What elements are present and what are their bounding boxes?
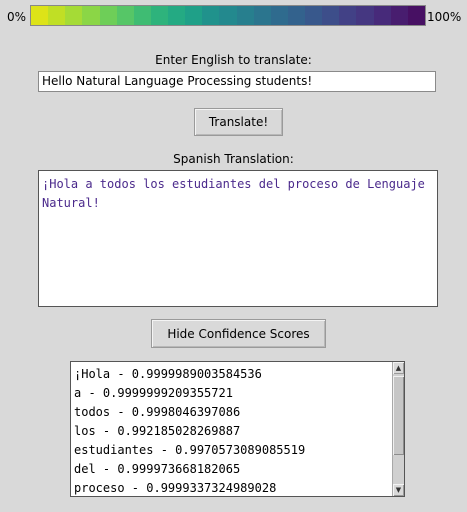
scale-segment [253, 6, 271, 25]
translation-output[interactable]: ¡Hola a todos los estudiantes del proces… [38, 170, 438, 307]
hide-confidence-button[interactable]: Hide Confidence Scores [151, 319, 326, 348]
scale-segment [48, 6, 66, 25]
scale-segment [305, 6, 323, 25]
scale-segment [133, 6, 151, 25]
confidence-color-scale [30, 5, 426, 26]
input-label: Enter English to translate: [155, 53, 312, 67]
scale-min-label: 0% [7, 10, 27, 24]
score-row: ¡Hola - 0.9999989003584536 [74, 367, 262, 381]
scale-max-label: 100% [427, 10, 462, 24]
output-label: Spanish Translation: [173, 152, 294, 166]
scale-segment [270, 6, 288, 25]
scale-segment [116, 6, 134, 25]
scale-segment [168, 6, 186, 25]
score-row: estudiantes - 0.9970573089085519 [74, 443, 306, 457]
english-input[interactable]: Hello Natural Language Processing studen… [38, 71, 436, 92]
scale-segment [373, 6, 391, 25]
scale-segment [407, 6, 425, 25]
scale-segment [65, 6, 83, 25]
scale-segment [99, 6, 117, 25]
scores-scrollbar[interactable]: ▲ ▼ [392, 362, 404, 496]
scale-segment [150, 6, 168, 25]
scale-segment [202, 6, 220, 25]
score-row: del - 0.999973668182065 [74, 462, 241, 476]
scale-segment [82, 6, 100, 25]
scale-segment [356, 6, 374, 25]
scale-segment [236, 6, 254, 25]
confidence-scores-list: ¡Hola - 0.9999989003584536 a - 0.99999992… [74, 365, 392, 496]
scrollbar-thumb[interactable] [393, 376, 404, 455]
translate-button[interactable]: Translate! [194, 108, 283, 136]
score-row: todos - 0.9998046397086 [74, 405, 241, 419]
scroll-down-icon[interactable]: ▼ [393, 484, 404, 496]
scale-segment [287, 6, 305, 25]
scale-segment [339, 6, 357, 25]
score-row: proceso - 0.9999337324989028 [74, 481, 277, 495]
score-row: a - 0.9999999209355721 [74, 386, 233, 400]
confidence-scores-box[interactable]: ¡Hola - 0.9999989003584536 a - 0.99999992… [70, 361, 405, 497]
scale-segment [322, 6, 340, 25]
scale-segment [31, 6, 49, 25]
score-row: los - 0.992185028269887 [74, 424, 241, 438]
scale-segment [390, 6, 408, 25]
scale-segment [219, 6, 237, 25]
scroll-up-icon[interactable]: ▲ [393, 362, 404, 374]
scale-segment [185, 6, 203, 25]
